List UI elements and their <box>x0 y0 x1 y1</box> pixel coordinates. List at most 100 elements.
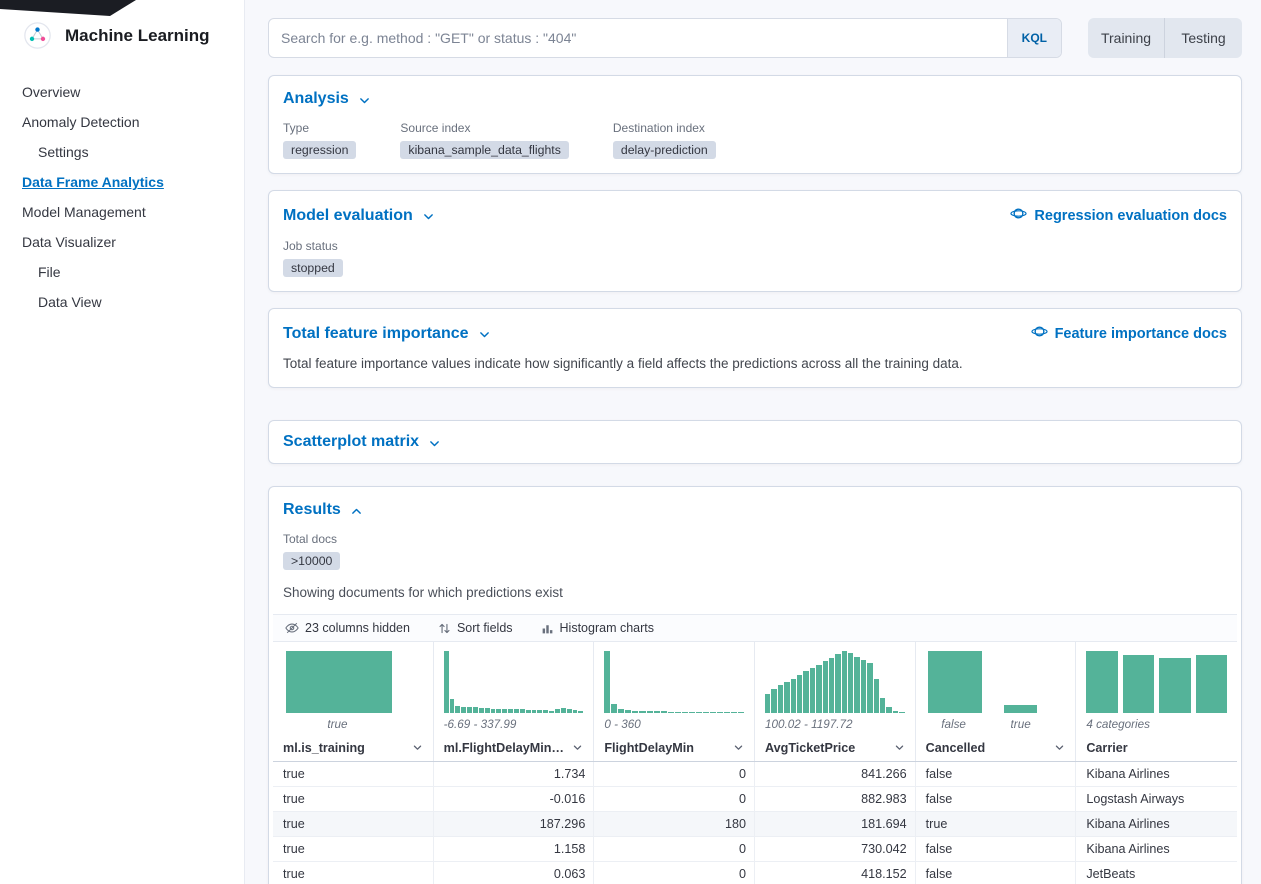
sidebar-item-settings[interactable]: Settings <box>0 137 244 167</box>
model-evaluation-section-toggle[interactable]: Model evaluation <box>283 207 435 225</box>
kql-button[interactable]: KQL <box>1007 19 1061 57</box>
toolbar-histogram-button[interactable]: Histogram charts <box>541 621 654 635</box>
feature-importance-section-toggle[interactable]: Total feature importance <box>283 325 491 343</box>
histogram-bar <box>771 689 776 713</box>
model-evaluation-panel: Model evaluation Regression evaluation d… <box>268 190 1242 292</box>
sidebar-item-data-frame-analytics[interactable]: Data Frame Analytics <box>0 167 244 197</box>
histogram-bar <box>604 651 610 713</box>
data-grid: trueml.is_training-6.69 - 337.99ml.Fligh… <box>273 642 1237 884</box>
table-cell[interactable]: 0 <box>594 837 755 861</box>
search-input[interactable] <box>269 19 1007 57</box>
feature-importance-docs-link[interactable]: Feature importance docs <box>1031 323 1227 344</box>
histogram-bar <box>816 665 821 713</box>
table-cell[interactable]: 1.734 <box>434 762 595 786</box>
sidebar-item-overview[interactable]: Overview <box>0 77 244 107</box>
column-name: ml.FlightDelayMin_prediction <box>444 741 569 755</box>
training-button[interactable]: Training <box>1088 18 1165 58</box>
feature-importance-panel: Total feature importance Feature importa… <box>268 308 1242 388</box>
histogram-bar <box>473 707 478 713</box>
table-cell[interactable]: true <box>273 837 434 861</box>
sidebar: Machine Learning OverviewAnomaly Detecti… <box>0 0 245 884</box>
table-cell[interactable]: 0 <box>594 862 755 884</box>
table-cell[interactable]: 0.063 <box>434 862 595 884</box>
field-label: Type <box>283 121 356 135</box>
table-cell[interactable]: true <box>916 812 1077 836</box>
toolbar-sort-button[interactable]: Sort fields <box>438 621 513 635</box>
job-status-badge: stopped <box>283 259 343 277</box>
sidebar-item-anomaly-detection[interactable]: Anomaly Detection <box>0 107 244 137</box>
histogram-bar <box>928 651 981 713</box>
sidebar-item-model-management[interactable]: Model Management <box>0 197 244 227</box>
regression-evaluation-docs-link[interactable]: Regression evaluation docs <box>1010 205 1227 226</box>
table-cell[interactable]: false <box>916 762 1077 786</box>
table-cell[interactable]: 1.158 <box>434 837 595 861</box>
column-header-cancelled[interactable]: Cancelled <box>926 734 1066 761</box>
results-section-toggle[interactable]: Results <box>283 501 363 519</box>
table-cell[interactable]: true <box>273 762 434 786</box>
table-cell[interactable]: 180 <box>594 812 755 836</box>
column-header-carrier[interactable]: Carrier <box>1086 734 1227 761</box>
table-cell[interactable]: false <box>916 787 1077 811</box>
column-header-flightdelaymin[interactable]: FlightDelayMin <box>604 734 744 761</box>
analysis-fields: Type regression Source index kibana_samp… <box>283 121 1227 159</box>
histogram-bar <box>479 708 484 713</box>
scatterplot-section-toggle[interactable]: Scatterplot matrix <box>283 433 441 451</box>
histogram-bar <box>647 711 653 713</box>
top-bar: KQL Training Testing <box>268 18 1242 58</box>
analysis-section-toggle[interactable]: Analysis <box>283 90 371 108</box>
column-header-avgticketprice[interactable]: AvgTicketPrice <box>765 734 905 761</box>
table-cell[interactable]: JetBeats <box>1076 862 1237 884</box>
table-cell[interactable]: false <box>916 862 1077 884</box>
analysis-field-type: Type regression <box>283 121 356 159</box>
table-cell[interactable]: Kibana Airlines <box>1076 837 1237 861</box>
app-title: Machine Learning <box>65 26 210 46</box>
chevron-down-icon[interactable] <box>412 742 423 753</box>
training-testing-toggle: Training Testing <box>1088 18 1242 58</box>
table-row: true1.7340841.266falseKibana Airlines <box>273 762 1237 787</box>
table-cell[interactable]: 187.296 <box>434 812 595 836</box>
chevron-down-icon[interactable] <box>572 742 583 753</box>
table-cell[interactable]: 841.266 <box>755 762 916 786</box>
histogram-bar <box>886 707 891 713</box>
total-docs-field: Total docs >10000 <box>283 532 1227 570</box>
histogram-bar <box>532 710 537 713</box>
chevron-down-icon[interactable] <box>894 742 905 753</box>
table-cell[interactable]: -0.016 <box>434 787 595 811</box>
table-cell[interactable]: Kibana Airlines <box>1076 762 1237 786</box>
chevron-down-icon <box>478 328 491 341</box>
table-cell[interactable]: false <box>916 837 1077 861</box>
column-header-ml-is-training[interactable]: ml.is_training <box>283 734 423 761</box>
histogram-bar <box>491 709 496 713</box>
ml-flightdelaymin-prediction-histogram <box>444 651 584 713</box>
table-cell[interactable]: 0 <box>594 762 755 786</box>
testing-button[interactable]: Testing <box>1165 18 1242 58</box>
table-cell[interactable]: true <box>273 787 434 811</box>
results-title: Results <box>283 501 341 519</box>
sidebar-item-file[interactable]: File <box>0 257 244 287</box>
table-cell[interactable]: 418.152 <box>755 862 916 884</box>
histogram-range-label: falsetrue <box>926 717 1066 734</box>
table-row: true-0.0160882.983falseLogstash Airways <box>273 787 1237 812</box>
chevron-down-icon[interactable] <box>1054 742 1065 753</box>
table-cell[interactable]: true <box>273 812 434 836</box>
table-cell[interactable]: 0 <box>594 787 755 811</box>
toolbar-eye-closed-button[interactable]: 23 columns hidden <box>285 621 410 635</box>
histogram-bar <box>496 709 501 713</box>
table-cell[interactable]: Kibana Airlines <box>1076 812 1237 836</box>
chevron-down-icon[interactable] <box>733 742 744 753</box>
histogram-bar <box>738 712 744 713</box>
table-cell[interactable]: 730.042 <box>755 837 916 861</box>
table-row: true0.0630418.152falseJetBeats <box>273 862 1237 884</box>
feature-importance-description: Total feature importance values indicate… <box>283 356 1227 371</box>
column-header-ml-flightdelaymin-prediction[interactable]: ml.FlightDelayMin_prediction <box>444 734 584 761</box>
table-cell[interactable]: Logstash Airways <box>1076 787 1237 811</box>
column-name: AvgTicketPrice <box>765 741 855 755</box>
table-cell[interactable]: 882.983 <box>755 787 916 811</box>
sidebar-item-data-visualizer[interactable]: Data Visualizer <box>0 227 244 257</box>
histogram-bar <box>561 708 566 713</box>
sidebar-item-data-view[interactable]: Data View <box>0 287 244 317</box>
table-cell[interactable]: true <box>273 862 434 884</box>
sidebar-nav: OverviewAnomaly DetectionSettingsData Fr… <box>0 77 244 317</box>
table-row: true187.296180181.694trueKibana Airlines <box>273 812 1237 837</box>
table-cell[interactable]: 181.694 <box>755 812 916 836</box>
